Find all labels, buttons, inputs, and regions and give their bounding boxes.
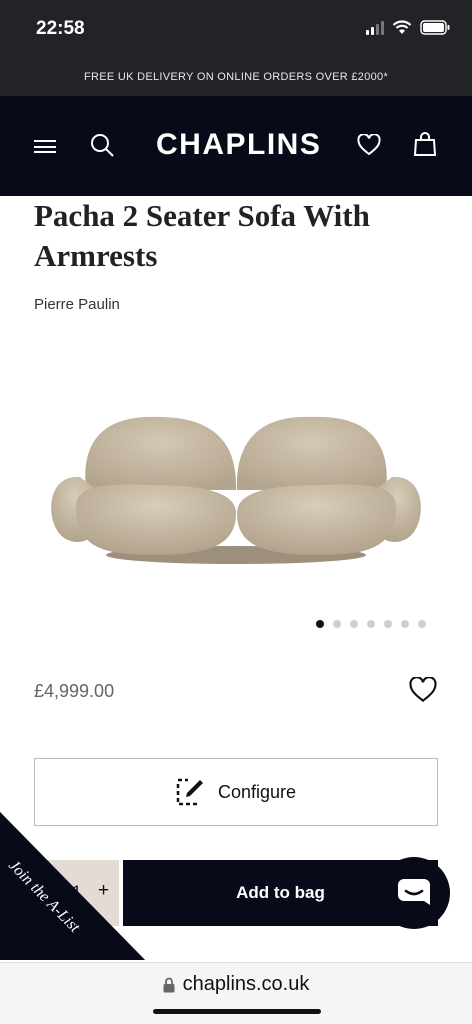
browser-url: chaplins.co.uk: [182, 973, 310, 995]
live-chat-button[interactable]: [378, 857, 450, 929]
menu-icon[interactable]: [34, 140, 56, 153]
battery-icon: [420, 20, 450, 35]
status-icons: [366, 20, 450, 35]
add-to-bag-label: Add to bag: [236, 883, 325, 902]
browser-url-bar[interactable]: chaplins.co.uk: [0, 962, 472, 1024]
join-a-list-ribbon[interactable]: Join the A-List: [0, 812, 145, 962]
carousel-dot[interactable]: [333, 620, 341, 628]
wishlist-heart-icon[interactable]: [357, 134, 381, 156]
promo-banner: FREE UK DELIVERY ON ONLINE ORDERS OVER £…: [0, 58, 472, 96]
image-carousel-dots: [316, 620, 426, 628]
chat-icon: [398, 879, 430, 905]
carousel-dot[interactable]: [401, 620, 409, 628]
carousel-dot[interactable]: [316, 620, 324, 628]
search-icon[interactable]: [90, 133, 114, 157]
site-header: CHAPLINS: [0, 96, 472, 196]
configure-edit-icon: [176, 778, 203, 806]
product-designer[interactable]: Pierre Paulin: [34, 296, 120, 313]
add-to-wishlist-heart-icon[interactable]: [408, 677, 438, 703]
carousel-dot[interactable]: [367, 620, 375, 628]
lock-icon: [163, 977, 175, 992]
status-bar: 22:58: [0, 0, 472, 58]
product-title: Pacha 2 Seater Sofa With Armrests: [34, 198, 370, 273]
carousel-dot[interactable]: [350, 620, 358, 628]
carousel-dot[interactable]: [418, 620, 426, 628]
carousel-dot[interactable]: [384, 620, 392, 628]
cellular-signal-icon: [366, 20, 384, 35]
site-logo[interactable]: CHAPLINS: [156, 128, 321, 162]
configure-label: Configure: [217, 781, 297, 802]
product-price: £4,999.00: [34, 681, 115, 701]
wifi-icon: [392, 20, 412, 34]
shopping-bag-icon[interactable]: [414, 132, 436, 157]
promo-text: FREE UK DELIVERY ON ONLINE ORDERS OVER £…: [83, 71, 389, 83]
status-time: 22:58: [36, 18, 85, 39]
home-indicator[interactable]: [153, 1009, 321, 1014]
product-image[interactable]: [40, 395, 432, 575]
